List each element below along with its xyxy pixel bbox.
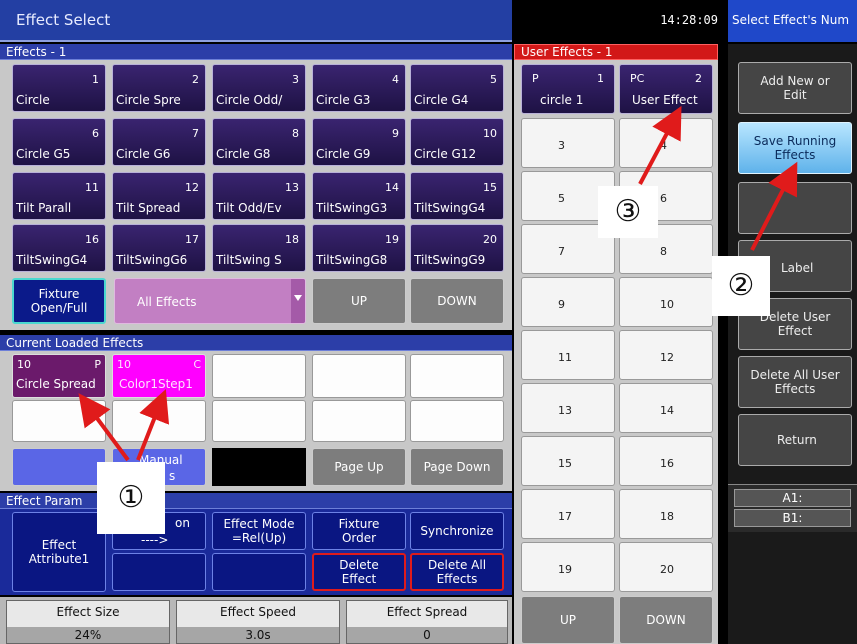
annotation-arrow-2 [750, 161, 798, 251]
annotation-arrow-3 [638, 105, 682, 185]
annotation-overlay [78, 105, 798, 462]
annotation-marker-1: ① [97, 462, 165, 534]
annotation-marker-3: ③ [598, 186, 658, 238]
annotation-marker-2: ② [712, 256, 770, 316]
annotation-arrow-1a [78, 393, 130, 462]
annotation-arrow-1b [136, 389, 170, 461]
